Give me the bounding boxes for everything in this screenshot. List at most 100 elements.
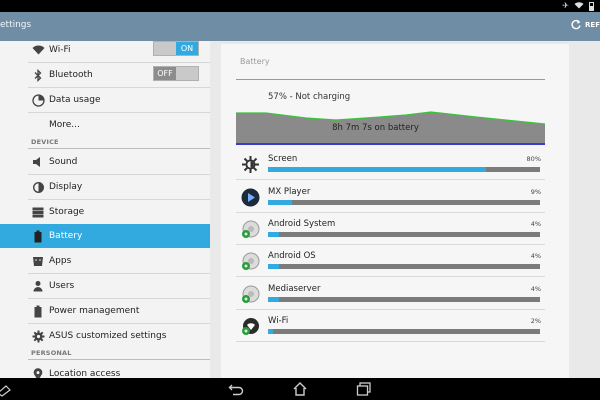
usage-bar-fill xyxy=(268,200,293,205)
usage-item-percent: 80% xyxy=(526,155,541,163)
section-header-label: DEVICE xyxy=(31,138,59,146)
usage-bar xyxy=(268,200,540,205)
usage-item-percent: 4% xyxy=(530,252,541,260)
sidebar-item-data-usage[interactable]: Data usage xyxy=(0,88,210,112)
refresh-button[interactable]: REF xyxy=(570,19,600,31)
usage-item-mediaserver[interactable]: Mediaserver 4% xyxy=(236,278,545,310)
screen-brightness-icon xyxy=(241,155,260,174)
sidebar-item-sound[interactable]: Sound xyxy=(0,150,210,174)
sound-icon xyxy=(31,155,45,169)
usage-item-percent: 4% xyxy=(530,220,541,228)
refresh-label: REF xyxy=(585,21,600,29)
sidebar-item-label: Bluetooth xyxy=(49,70,93,80)
sidebar-item-label: Power management xyxy=(49,306,140,316)
android-system-icon xyxy=(241,220,260,239)
usage-item-name: Screen xyxy=(268,154,298,164)
usage-item-mx-player[interactable]: MX Player 9% xyxy=(236,181,545,213)
sidebar-item-apps[interactable]: Apps xyxy=(0,249,210,273)
graph-label: 8h 7m 7s on battery xyxy=(332,123,419,133)
storage-icon xyxy=(31,205,45,219)
sidebar-item-storage[interactable]: Storage xyxy=(0,200,210,224)
usage-item-screen[interactable]: Screen 80% xyxy=(236,148,545,180)
usage-item-name: Wi-Fi xyxy=(268,316,289,326)
battery-icon xyxy=(589,1,594,11)
data-usage-icon xyxy=(31,93,45,107)
usage-item-android-os[interactable]: Android OS 4% xyxy=(236,245,545,277)
panel-title: Battery xyxy=(240,57,270,66)
mediaserver-icon xyxy=(241,285,260,304)
sidebar-item-location-access[interactable]: Location access xyxy=(0,362,210,378)
battery-panel: Battery 57% - Not charging 8h 7m 7s on b… xyxy=(221,44,569,378)
usage-item-android-system[interactable]: Android System 4% xyxy=(236,213,545,245)
usage-item-name: Android OS xyxy=(268,251,316,261)
usage-item-wifi[interactable]: Wi-Fi 2% xyxy=(236,310,545,342)
usage-bar-fill xyxy=(268,329,274,334)
users-icon xyxy=(31,279,45,293)
section-header-device: DEVICE xyxy=(28,137,210,149)
recents-icon[interactable] xyxy=(356,381,372,397)
toggle-label: ON xyxy=(176,42,198,55)
section-header-personal: PERSONAL xyxy=(28,348,210,360)
sidebar-item-more[interactable]: More... xyxy=(0,113,210,137)
usage-bar-fill xyxy=(268,264,279,269)
sidebar-item-label: Data usage xyxy=(49,95,101,105)
sidebar-item-label: Display xyxy=(49,182,83,192)
home-icon[interactable] xyxy=(292,381,308,397)
usage-bar xyxy=(268,232,540,237)
usage-bar-fill xyxy=(268,297,279,302)
sidebar-item-label: Wi-Fi xyxy=(49,45,71,55)
usage-bar xyxy=(268,297,540,302)
section-header-label: PERSONAL xyxy=(31,349,72,357)
sidebar-item-bluetooth[interactable]: Bluetooth OFF xyxy=(0,63,210,87)
divider xyxy=(236,79,545,80)
bluetooth-toggle[interactable]: OFF xyxy=(153,66,199,81)
usage-item-percent: 9% xyxy=(530,188,541,196)
app-title: ettings xyxy=(0,20,32,30)
asus-settings-icon xyxy=(31,329,45,343)
usage-bar-fill xyxy=(268,232,279,237)
sidebar-item-asus-customized-settings[interactable]: ASUS customized settings xyxy=(0,324,210,348)
sidebar-item-wifi[interactable]: Wi-Fi ON xyxy=(0,41,210,62)
usage-item-percent: 4% xyxy=(530,285,541,293)
airplane-icon: ✈ xyxy=(562,1,569,10)
bluetooth-icon xyxy=(31,68,45,82)
refresh-icon xyxy=(571,19,581,30)
sidebar-item-users[interactable]: Users xyxy=(0,274,210,298)
usage-item-name: Mediaserver xyxy=(268,284,321,294)
sidebar-item-display[interactable]: Display xyxy=(0,175,210,199)
location-icon xyxy=(31,367,45,378)
screen: ✈ ettings REF Wi-Fi ON Bluetooth OFF Dat… xyxy=(0,0,600,400)
usage-bar xyxy=(268,167,540,172)
battery-status: 57% - Not charging xyxy=(268,92,351,102)
back-icon[interactable] xyxy=(228,381,244,397)
sidebar-item-power-management[interactable]: Power management xyxy=(0,299,210,323)
sidebar-item-label: Location access xyxy=(49,369,121,378)
wifi-toggle[interactable]: ON xyxy=(153,41,199,56)
sidebar-item-label: Battery xyxy=(49,231,83,241)
wifi-icon xyxy=(241,317,260,336)
status-bar: ✈ xyxy=(0,0,600,12)
notification-icon[interactable] xyxy=(0,381,12,397)
usage-item-name: Android System xyxy=(268,219,336,229)
display-icon xyxy=(31,180,45,194)
sidebar-item-label: Sound xyxy=(49,157,78,167)
sidebar-item-label: Users xyxy=(49,281,75,291)
settings-list: Wi-Fi ON Bluetooth OFF Data usage More..… xyxy=(0,41,210,378)
usage-bar xyxy=(268,329,540,334)
sidebar-item-label: Apps xyxy=(49,256,72,266)
usage-item-name: MX Player xyxy=(268,187,311,197)
usage-item-percent: 2% xyxy=(530,317,541,325)
apps-icon xyxy=(31,254,45,268)
usage-bar-fill xyxy=(268,167,486,172)
battery-icon xyxy=(31,229,45,243)
sidebar-item-label: More... xyxy=(49,120,80,130)
toggle-label: OFF xyxy=(154,67,176,80)
sidebar-item-label: Storage xyxy=(49,207,85,217)
android-os-icon xyxy=(241,252,260,271)
action-bar: ettings REF xyxy=(0,12,600,41)
wifi-icon xyxy=(574,1,584,12)
usage-bar xyxy=(268,264,540,269)
navigation-bar xyxy=(0,378,600,400)
power-management-icon xyxy=(31,304,45,318)
sidebar-item-battery[interactable]: Battery xyxy=(0,224,210,248)
